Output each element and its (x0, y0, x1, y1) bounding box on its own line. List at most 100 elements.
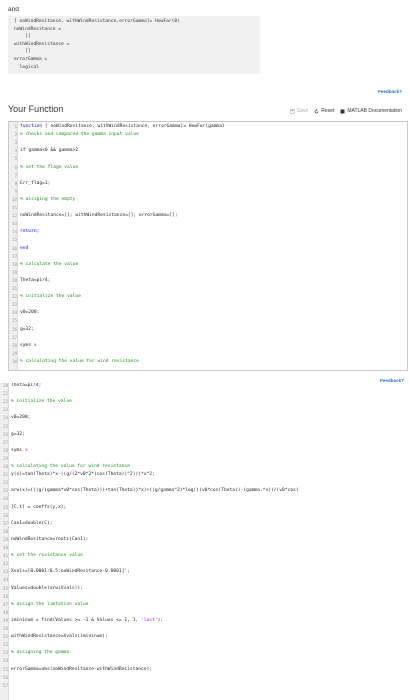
line-number: 7 (14, 172, 17, 178)
line-number: 51 (3, 634, 8, 640)
code-line[interactable]: % initialize the value (11, 399, 72, 404)
output-line: [] (14, 49, 31, 55)
line-number: 20 (3, 383, 8, 388)
line-number: 15 (12, 237, 17, 243)
feedback-link[interactable]: Feedback? (378, 89, 402, 94)
code-line[interactable]: % checks and compared the gamma input va… (20, 132, 139, 137)
line-number: 35 (3, 504, 8, 510)
code-token: Values=double(arw(Xvals)); (11, 585, 83, 591)
matlab-documentation-link[interactable]: MATLAB Documentation (340, 108, 402, 114)
code-token: ); (157, 617, 164, 623)
code-line[interactable]: % initialize the value (20, 294, 81, 299)
code-line[interactable]: Theta=pi/4; (11, 383, 41, 388)
code-line[interactable]: syms x (20, 343, 37, 348)
code-token: end (20, 245, 29, 251)
line-number: 3 (14, 140, 17, 146)
code-line[interactable]: v0=200; (11, 415, 30, 420)
code-line[interactable]: imininum = find(Values >= -1 & Values <=… (11, 618, 163, 623)
code-line[interactable]: syms x (11, 448, 28, 453)
line-number: 42 (3, 561, 8, 567)
code-line[interactable]: noWindResitance=[]; withWindResistance=[… (20, 213, 178, 218)
reset-button[interactable]: Reset (314, 108, 334, 114)
line-number: 48 (3, 609, 8, 615)
line-number: 38 (3, 528, 8, 534)
code-token: gamma<0 && gamma>2 (28, 148, 79, 154)
code-token: imininum = find(Values >= -1 & Values <=… (11, 617, 141, 623)
code-token: withWindResistance=Xvals(imininum); (11, 634, 108, 640)
documentation-label: MATLAB Documentation (347, 108, 402, 114)
line-number: 43 (3, 569, 8, 575)
code-token: arw(x)=(((g/(gamma*v0*cos(Theta)))+tan(T… (11, 488, 299, 494)
line-number: 24 (3, 415, 8, 421)
code-line[interactable]: g=32; (11, 432, 25, 437)
code-line[interactable]: Can1=double(C); (11, 521, 53, 526)
save-button[interactable]: Save (290, 108, 308, 114)
code-line[interactable]: v0=200; (20, 310, 39, 315)
code-line[interactable]: [C,t] = coeffs(y,x); (11, 505, 66, 510)
code-line[interactable]: % assign the limtation value (11, 602, 88, 607)
code-line[interactable]: errorGamma=abs(noWindResitance-withWindR… (11, 667, 152, 672)
code-token: % set the flage value (20, 164, 79, 170)
code-token: x (33, 342, 37, 348)
line-number: 16 (12, 245, 17, 251)
code-token: y(x)=tan(Theta)*x-((g/(2*v0^2*(cos(Theta… (11, 472, 155, 478)
code-token: % calculating the value for wind resista… (20, 358, 139, 364)
code-line[interactable]: % assiging the empty (20, 197, 75, 202)
code-line[interactable]: % calculate the value (20, 262, 78, 267)
line-number: 9 (14, 188, 17, 194)
line-number: 27 (3, 439, 8, 445)
line-number: 41 (3, 553, 8, 559)
code-line[interactable]: function [ noWindResitance, withWindResi… (20, 124, 225, 129)
code-token: % initialize the value (20, 294, 81, 300)
code-line[interactable]: Theta=pi/4; (20, 278, 50, 283)
line-number: 21 (12, 286, 17, 291)
line-number: 20 (12, 277, 17, 283)
line-number: 26 (3, 431, 8, 437)
line-number: 54 (3, 658, 8, 664)
code-line[interactable]: % calculating the value for wind resista… (20, 359, 139, 364)
line-number: 39 (3, 536, 8, 542)
code-line[interactable]: withWindResistance=Xvals(imininum); (11, 634, 108, 639)
code-line[interactable]: y(x)=tan(Theta)*x-((g/(2*v0^2*(cos(Theta… (11, 472, 155, 477)
code-editor[interactable]: 1 function [ noWindResitance, withWindRes… (8, 121, 408, 371)
code-line[interactable]: end (20, 246, 28, 251)
line-number: 17 (12, 253, 17, 259)
line-number: 22 (3, 399, 8, 405)
line-number: 21 (3, 391, 8, 397)
code-token: [C,t] = coeffs(y,x); (11, 504, 67, 510)
code-token: 'last' (141, 617, 158, 623)
code-line[interactable]: % set the flage value (20, 165, 78, 170)
output-line: withWindResistance = (14, 41, 70, 47)
line-number: 11 (12, 205, 17, 210)
code-line[interactable]: % set the resistance value (11, 553, 83, 558)
code-line[interactable]: g=32; (20, 327, 34, 332)
code-line[interactable]: % assigning the gamma (11, 650, 69, 655)
intro-text: and (8, 6, 19, 13)
line-number: 2 (14, 132, 17, 138)
line-number: 4 (14, 148, 17, 154)
code-editor-scrolled[interactable]: 20 Theta=pi/4; 21 22% initialize the value 2… (0, 383, 410, 700)
code-line[interactable]: Xvals=[0.0001:0.5:noWindResitance-0.0001… (11, 569, 130, 574)
line-number: 19 (12, 269, 17, 275)
line-number: 53 (3, 650, 8, 656)
line-number: 6 (14, 164, 17, 170)
code-line[interactable]: if gamma<0 && gamma>2 (20, 148, 78, 153)
line-number: 52 (3, 642, 8, 648)
line-number: 57 (3, 682, 8, 688)
line-number: 13 (12, 221, 17, 227)
code-token: g=32; (20, 326, 34, 332)
code-line[interactable]: Values=double(arw(Xvals)); (11, 586, 83, 591)
code-line[interactable]: % calculating the value for wind resista… (11, 464, 130, 469)
code-line[interactable]: noWindResitance=roots(Can1); (11, 537, 88, 542)
code-line[interactable]: return; (20, 229, 39, 234)
code-line[interactable]: Err_flag=1; (20, 181, 50, 186)
output-line: noWindResitance = (14, 26, 62, 32)
line-number: 47 (3, 601, 8, 607)
line-number: 50 (3, 626, 8, 631)
code-token: syms (11, 447, 25, 453)
code-line[interactable]: arw(x)=(((g/(gamma*v0*cos(Theta)))+tan(T… (11, 488, 299, 493)
line-number: 26 (12, 326, 17, 332)
code-token: Xvals=[0.0001:0.5:noWindResitance-0.0001… (11, 569, 130, 575)
save-label: Save (296, 108, 309, 114)
line-number: 46 (3, 593, 8, 599)
